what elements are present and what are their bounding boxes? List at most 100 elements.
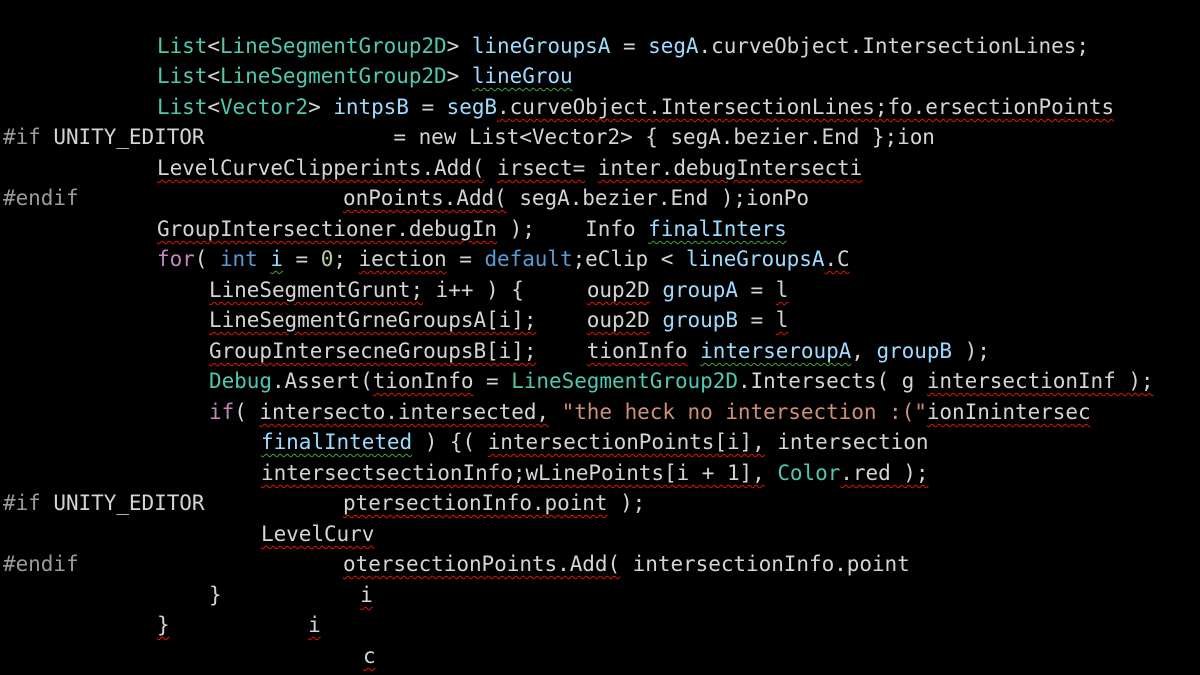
- code-token: LineSegmentGroup2D: [511, 369, 738, 393]
- code-token-error: intersectsectionInfo;wLinePoints[i + 1],: [261, 461, 765, 485]
- code-token: default: [484, 247, 573, 271]
- code-token-error: i: [308, 613, 321, 637]
- code-token: =: [408, 95, 447, 119]
- code-line[interactable]: LineSegmentGrunt; i++ ) { oup2D groupA =…: [209, 275, 788, 305]
- code-token-error: GroupIntersectioner.debugIn: [157, 217, 498, 241]
- code-editor[interactable]: List<LineSegmentGroup2D> lineGroupsA = s…: [0, 0, 1200, 675]
- code-line[interactable]: } i: [209, 580, 373, 610]
- code-token: LineSegmentGroup2D: [219, 64, 447, 88]
- code-token-error: oup2D: [586, 278, 650, 302]
- code-token: >: [446, 34, 472, 58]
- code-token: #if: [3, 125, 41, 149]
- code-line[interactable]: intersectsectionInfo;wLinePoints[i + 1],…: [261, 458, 929, 488]
- code-token: groupA: [662, 278, 738, 302]
- code-token: #endif: [3, 186, 79, 210]
- code-token: >: [446, 64, 472, 88]
- code-line[interactable]: GroupIntersecneGroupsB[i]; tionInfo inte…: [209, 336, 990, 366]
- code-line[interactable]: } i: [157, 610, 321, 640]
- code-line[interactable]: LevelCurveClipperints.Add( irsect= inter…: [157, 153, 862, 183]
- code-token-error: l: [775, 308, 789, 332]
- code-line[interactable]: #if UNITY_EDITOR ptersectionInfo.point )…: [3, 488, 645, 518]
- code-line[interactable]: List<Vector2> intpsB = segB.curveObject.…: [157, 92, 1114, 122]
- code-token-error: .C: [824, 247, 850, 271]
- code-token-error: l: [775, 278, 789, 302]
- code-token-error: .curveObject.IntersectionLines;fo.ersect…: [497, 95, 1115, 119]
- code-token: <: [207, 95, 220, 119]
- code-token: =: [737, 278, 776, 302]
- code-token: =: [446, 247, 485, 271]
- code-token: UNITY_EDITOR: [40, 125, 394, 149]
- code-token: intersection: [764, 430, 929, 454]
- code-token: =: [610, 34, 649, 58]
- code-token-error: GroupIntersecneGroupsB[i];: [209, 339, 537, 363]
- code-token: g: [901, 369, 915, 393]
- code-token-warning: finalInters: [648, 217, 787, 241]
- code-token-error: tionInfo: [586, 339, 688, 363]
- code-line[interactable]: GroupIntersectioner.debugIn ); Info fina…: [157, 214, 787, 244]
- code-token: LineSegmentGroup2D: [219, 34, 447, 58]
- code-line[interactable]: List<LineSegmentGroup2D> lineGroupsA = s…: [157, 31, 1089, 61]
- code-token: for: [157, 247, 195, 271]
- code-token: = new List<Vector2> { segA.bezier.End };…: [393, 125, 935, 149]
- code-token: Color: [777, 461, 841, 485]
- code-line[interactable]: #endif onPoints.Add( segA.bezier.End );i…: [3, 183, 809, 213]
- code-token-error: ionInintersec: [926, 400, 1091, 424]
- code-token: intpsB: [333, 95, 409, 119]
- code-token: lineGroupsA: [471, 34, 611, 58]
- code-token: i++ ) {: [423, 278, 587, 302]
- code-line[interactable]: LineSegmentGrneGroupsA[i]; oup2D groupB …: [209, 305, 788, 335]
- code-token-error: LevelCurveClipperints.Add(: [157, 156, 485, 180]
- code-line[interactable]: List<LineSegmentGroup2D> lineGrou: [157, 61, 573, 91]
- code-token: intersectionInfo.point: [620, 552, 910, 576]
- code-token: UNITY_EDITOR: [40, 491, 344, 515]
- code-token-error: }: [157, 613, 170, 637]
- code-token-error: c: [363, 644, 376, 668]
- code-token: groupB: [876, 339, 953, 363]
- code-token-error: intersectionPoints[i],: [487, 430, 765, 454]
- code-token: );: [607, 491, 646, 515]
- code-line[interactable]: LevelCurv: [261, 519, 374, 549]
- code-line[interactable]: #if UNITY_EDITOR = new List<Vector2> { s…: [3, 122, 935, 152]
- code-token-error: .red );: [840, 461, 929, 485]
- code-token: =: [473, 369, 512, 393]
- code-token-error: LevelCurv: [261, 522, 375, 546]
- code-token: groupB: [662, 308, 738, 332]
- code-token: "the heck no intersection :(": [561, 400, 927, 424]
- code-token: Vector2: [219, 95, 309, 119]
- code-token: }: [209, 583, 222, 607]
- code-line[interactable]: c: [363, 641, 376, 671]
- code-line[interactable]: finalInteted ) {( intersectionPoints[i],…: [261, 427, 929, 457]
- code-token: ;: [333, 247, 359, 271]
- code-token: #if: [3, 491, 41, 515]
- code-token: <: [207, 34, 220, 58]
- code-token-error: irsect=: [497, 156, 586, 180]
- code-token: List: [157, 34, 208, 58]
- code-token: );: [952, 339, 990, 363]
- code-token: List: [157, 95, 208, 119]
- code-token: List: [157, 64, 208, 88]
- code-token: lineGroupsA: [685, 247, 825, 271]
- code-token-error: LineSegmentGrneGroupsA[i];: [209, 308, 537, 332]
- code-token: segB: [446, 95, 498, 119]
- code-token-error: iection: [358, 247, 447, 271]
- code-token: segA: [648, 34, 699, 58]
- code-token: );: [497, 217, 586, 241]
- code-token: (: [234, 400, 260, 424]
- code-token: ) {(: [412, 430, 488, 454]
- code-token: =: [282, 247, 321, 271]
- code-line[interactable]: for( int i = 0; iection = default;eClip …: [157, 244, 850, 274]
- code-line[interactable]: #endif otersectionPoints.Add( intersecti…: [3, 549, 910, 579]
- code-line[interactable]: Debug.Assert(tionInfo = LineSegmentGroup…: [209, 366, 1154, 396]
- code-line[interactable]: if( intersecto.intersected, "the heck no…: [209, 397, 1091, 427]
